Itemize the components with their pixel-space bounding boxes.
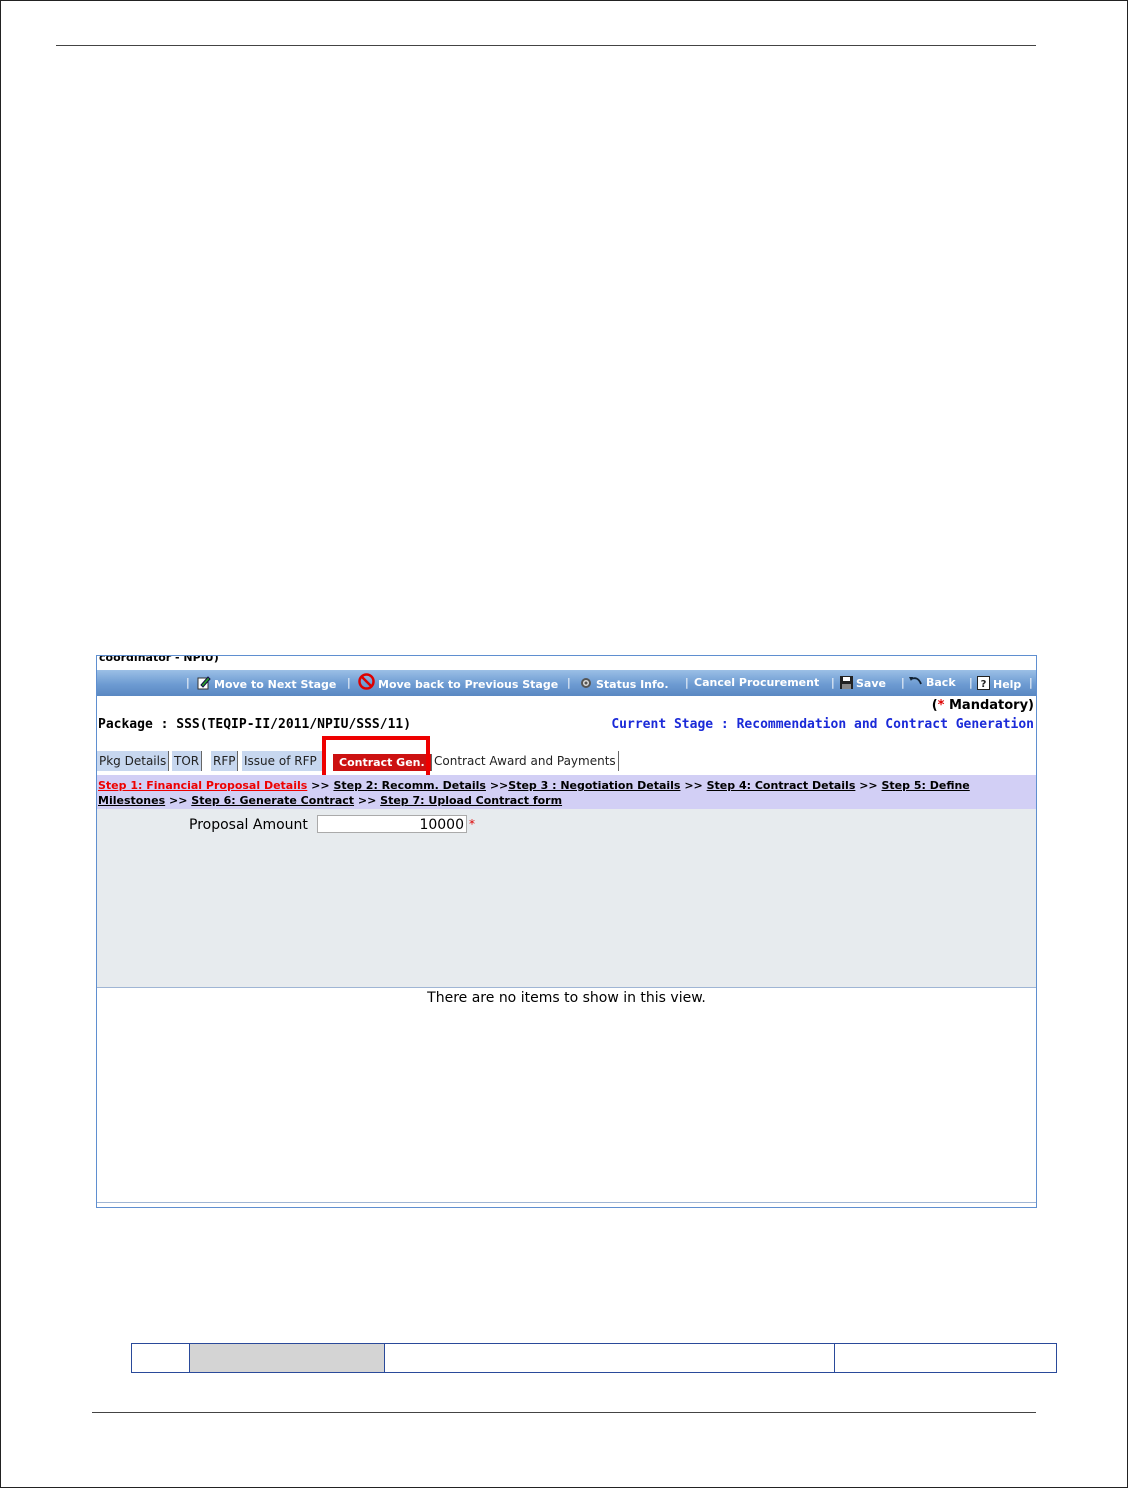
- toolbar-separator: |: [347, 676, 351, 689]
- step-separator: >>: [169, 794, 188, 807]
- tab-rfp[interactable]: RFP: [211, 751, 239, 771]
- toolbar-separator: |: [685, 676, 689, 689]
- move-back-label: Move back to Previous Stage: [378, 678, 559, 691]
- table-cell: [132, 1344, 190, 1372]
- toolbar-separator: |: [186, 676, 190, 689]
- step-navigation: Step 1: Financial Proposal Details >> St…: [97, 775, 1036, 809]
- steps-line-1: Step 1: Financial Proposal Details >> St…: [98, 778, 970, 794]
- required-star: *: [469, 817, 475, 831]
- move-next-stage-label: Move to Next Stage: [214, 678, 337, 691]
- help-label: Help: [993, 678, 1022, 691]
- mandatory-note: (* Mandatory): [932, 698, 1034, 713]
- step-1-link[interactable]: Step 1: Financial Proposal Details: [98, 779, 307, 792]
- floppy-disk-icon: [840, 676, 853, 689]
- back-label: Back: [926, 676, 956, 689]
- save-button[interactable]: Save: [840, 676, 886, 690]
- step-separator: >>: [311, 779, 330, 792]
- proposal-amount-input[interactable]: 10000: [317, 815, 467, 833]
- help-button[interactable]: ? Help: [977, 676, 1021, 691]
- step-separator: >>: [684, 779, 703, 792]
- step-separator: >>: [489, 779, 509, 792]
- header-rule: [56, 45, 1036, 46]
- step-separator: >>: [357, 794, 377, 807]
- move-back-previous-stage-button[interactable]: Move back to Previous Stage: [358, 673, 558, 691]
- help-icon: ?: [977, 676, 990, 690]
- tab-issue-of-rfp[interactable]: Issue of RFP: [242, 751, 323, 771]
- application-screenshot: coordinator - NPIU) | Move to Next Stage…: [96, 655, 1037, 1208]
- tab-tor[interactable]: TOR: [172, 751, 203, 771]
- list-bottom-border: [97, 1202, 1036, 1203]
- action-toolbar: | Move to Next Stage | Move back to Prev…: [97, 670, 1036, 696]
- document-table: [131, 1343, 1057, 1373]
- step-3-link[interactable]: Step 3 : Negotiation Details: [508, 779, 680, 792]
- gear-icon: [581, 678, 591, 688]
- package-title: Package : SSS(TEQIP-II/2011/NPIU/SSS/11): [98, 717, 412, 732]
- table-cell: [385, 1344, 835, 1372]
- toolbar-separator: |: [901, 676, 905, 689]
- status-info-button[interactable]: Status Info.: [579, 676, 669, 691]
- mandatory-label: Mandatory): [944, 698, 1034, 713]
- current-stage: Current Stage : Recommendation and Contr…: [611, 717, 1034, 732]
- user-role-text: coordinator - NPIU): [99, 655, 219, 664]
- tab-pkg-details[interactable]: Pkg Details: [97, 751, 170, 771]
- status-info-label: Status Info.: [596, 678, 669, 691]
- stage-tabs: Pkg Details TOR RFP Issue of RFP Contrac…: [97, 751, 1036, 773]
- steps-line-2: Milestones >> Step 6: Generate Contract …: [98, 793, 562, 809]
- step-6-link[interactable]: Step 6: Generate Contract: [191, 794, 354, 807]
- step-separator: >>: [859, 779, 878, 792]
- undo-arrow-icon: [909, 677, 922, 685]
- step-5-link[interactable]: Step 5: Define: [882, 779, 970, 792]
- toolbar-separator: |: [831, 676, 835, 689]
- user-role-strip: coordinator - NPIU): [97, 656, 1036, 670]
- save-label: Save: [856, 677, 886, 690]
- back-button[interactable]: Back: [908, 676, 956, 689]
- move-next-stage-button[interactable]: Move to Next Stage: [197, 676, 336, 691]
- toolbar-separator: |: [969, 676, 973, 689]
- step-5-link-continued[interactable]: Milestones: [98, 794, 165, 807]
- step-2-link[interactable]: Step 2: Recomm. Details: [333, 779, 486, 792]
- no-entry-icon: [358, 673, 375, 690]
- footer-rule: [92, 1412, 1036, 1413]
- cancel-procurement-button[interactable]: Cancel Procurement: [694, 676, 819, 689]
- step-7-link[interactable]: Step 7: Upload Contract form: [380, 794, 562, 807]
- edit-icon: [197, 676, 211, 690]
- toolbar-separator: |: [567, 676, 571, 689]
- financial-proposal-form: Proposal Amount 10000 *: [97, 809, 1036, 988]
- table-cell: [190, 1344, 385, 1372]
- step-4-link[interactable]: Step 4: Contract Details: [707, 779, 856, 792]
- empty-list-message: There are no items to show in this view.: [427, 990, 706, 1006]
- svg-text:?: ?: [981, 679, 987, 690]
- proposal-amount-label: Proposal Amount: [189, 817, 308, 833]
- tab-contract-award-payments[interactable]: Contract Award and Payments: [432, 751, 619, 771]
- toolbar-separator: |: [1029, 676, 1033, 689]
- table-cell: [835, 1344, 1056, 1372]
